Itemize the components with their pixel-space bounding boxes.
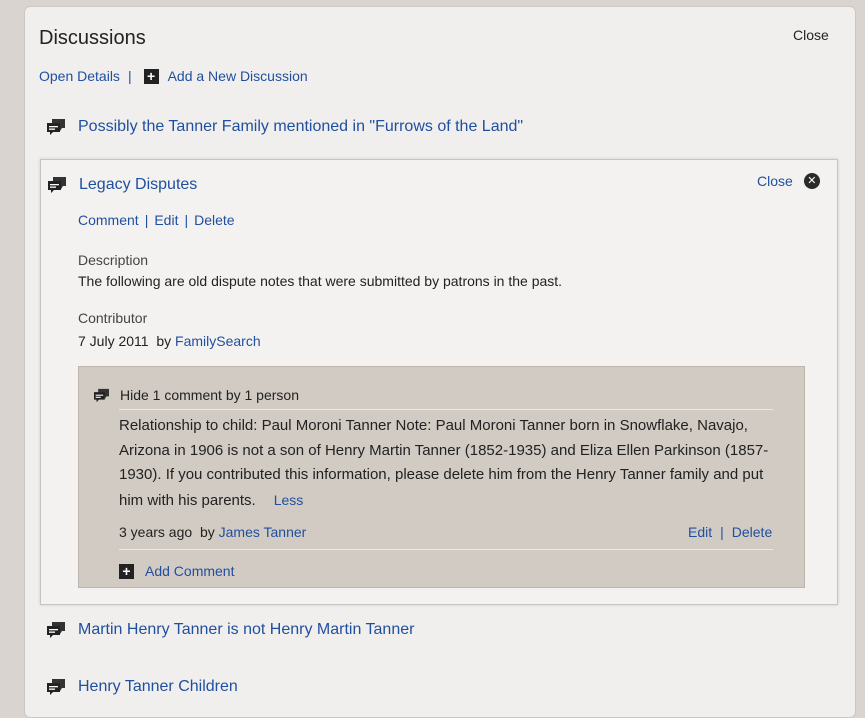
contributor-by: by — [156, 333, 172, 349]
delete-link[interactable]: Delete — [194, 212, 234, 228]
comment-text: Relationship to child: Paul Moroni Tanne… — [119, 417, 769, 509]
close-circle-icon[interactable]: ✕ — [803, 173, 820, 189]
less-link[interactable]: Less — [274, 492, 304, 508]
comment-meta: 3 years ago by James Tanner — [119, 524, 306, 540]
add-comment-link[interactable]: Add Comment — [145, 563, 234, 579]
comment-edit-link[interactable]: Edit — [688, 524, 712, 540]
add-discussion-link[interactable]: Add a New Discussion — [168, 68, 308, 84]
discussion-title-link[interactable]: Legacy Disputes — [79, 176, 197, 194]
edit-link[interactable]: Edit — [154, 212, 178, 228]
speech-bubbles-icon — [46, 118, 66, 136]
discussion-item[interactable]: Possibly the Tanner Family mentioned in … — [46, 118, 523, 136]
comment-body: Relationship to child: Paul Moroni Tanne… — [119, 414, 779, 513]
discussion-title-link[interactable]: Possibly the Tanner Family mentioned in … — [78, 118, 523, 136]
close-discussion-button[interactable]: Close ✕ — [757, 173, 820, 189]
comment-link[interactable]: Comment — [78, 212, 139, 228]
contributor-name-link[interactable]: FamilySearch — [175, 333, 261, 349]
comment-delete-link[interactable]: Delete — [732, 524, 772, 540]
open-details-link[interactable]: Open Details — [39, 68, 120, 84]
comments-toggle-label[interactable]: Hide 1 comment by 1 person — [120, 387, 299, 403]
divider — [119, 409, 773, 410]
contributor-label: Contributor — [78, 310, 148, 326]
discussion-item[interactable]: Legacy Disputes — [47, 176, 197, 194]
discussion-actions: Comment | Edit | Delete — [78, 212, 235, 228]
comments-box: Hide 1 comment by 1 person Relationship … — [78, 366, 805, 588]
comment-by: by — [199, 524, 215, 540]
discussion-item[interactable]: Henry Tanner Children — [46, 678, 238, 696]
action-separator: | — [184, 212, 189, 228]
speech-bubbles-icon — [47, 176, 67, 194]
comment-author-link[interactable]: James Tanner — [219, 524, 307, 540]
speech-bubbles-icon — [93, 388, 110, 403]
discussions-toolbar: Open Details | + Add a New Discussion — [39, 68, 308, 84]
discussion-item[interactable]: Martin Henry Tanner is not Henry Martin … — [46, 621, 414, 639]
add-comment-button[interactable]: + Add Comment — [119, 563, 234, 579]
toolbar-separator: | — [127, 68, 132, 84]
expanded-discussion: Legacy Disputes Close ✕ Comment | Edit | Del… — [40, 159, 838, 605]
page-title: Discussions — [39, 27, 146, 49]
discussion-title-link[interactable]: Martin Henry Tanner is not Henry Martin … — [78, 621, 414, 639]
close-discussion-label[interactable]: Close — [757, 173, 793, 189]
plus-square-icon[interactable]: + — [143, 68, 159, 84]
contributor-line: 7 July 2011 by FamilySearch — [78, 333, 261, 349]
close-panel-button[interactable]: Close — [793, 27, 829, 43]
action-separator: | — [144, 212, 149, 228]
description-text: The following are old dispute notes that… — [78, 273, 563, 289]
divider — [119, 549, 773, 550]
plus-square-icon[interactable]: + — [119, 563, 134, 579]
speech-bubbles-icon — [46, 621, 66, 639]
description-label: Description — [78, 252, 149, 268]
comment-action-separator: | — [720, 524, 724, 540]
contributor-date: 7 July 2011 — [78, 333, 149, 349]
comment-time: 3 years ago — [119, 524, 193, 540]
comment-actions: Edit | Delete — [688, 524, 772, 540]
comments-toggle[interactable]: Hide 1 comment by 1 person — [93, 387, 299, 403]
speech-bubbles-icon — [46, 678, 66, 696]
discussion-title-link[interactable]: Henry Tanner Children — [78, 678, 238, 696]
